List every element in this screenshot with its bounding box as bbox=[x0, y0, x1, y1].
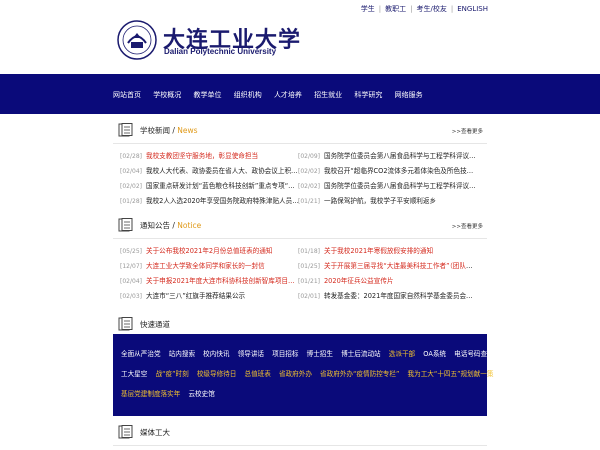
quick-link[interactable]: 电话号码查询 bbox=[454, 350, 494, 358]
notice-item[interactable]: [01/18] 关于我校2021年寒假放假安排的通知 bbox=[298, 244, 478, 259]
notice-item[interactable]: [05/25] 关于公布我校2021年2月份总值班表的通知 bbox=[120, 244, 300, 259]
notice-header: 通知公告 / Notice >>查看更多 bbox=[113, 216, 487, 234]
toplink-students[interactable]: 学生 bbox=[361, 5, 375, 13]
news-item[interactable]: [02/02]国家重点研发计划“蓝色粮仓科技创新”重点专项“低值水产品… bbox=[120, 179, 300, 194]
toplink-staff[interactable]: 教职工 bbox=[385, 5, 406, 13]
quick-link[interactable]: 项目招标 bbox=[272, 350, 298, 358]
news-section: 学校新闻 / News >>查看更多 bbox=[113, 121, 487, 139]
nav-item-home[interactable]: 网站首页 bbox=[113, 91, 141, 99]
toplink-english[interactable]: ENGLISH bbox=[457, 5, 488, 13]
notice-item[interactable]: [02/03] 大连市“三八”红旗手推荐结果公示 bbox=[120, 289, 300, 304]
quick-link[interactable]: 校级导修待日 bbox=[197, 370, 237, 378]
news-list: [02/28] 我校支教团坚守服务地，彰显使命担当 [02/04] 我校人大代表、政… bbox=[120, 149, 480, 211]
news-more-link[interactable]: >>查看更多 bbox=[452, 127, 483, 135]
notice-item[interactable]: [01/21] 2020年征兵公益宣传片 bbox=[298, 274, 478, 289]
notice-title-cn: 通知公告 bbox=[140, 221, 170, 230]
notice-item[interactable]: [01/25] 关于开展第三届寻找“大连最美科技工作者”（团队）… bbox=[298, 259, 478, 274]
nav-item-admissions[interactable]: 招生就业 bbox=[314, 91, 342, 99]
media-section: 媒体工大 bbox=[113, 423, 487, 441]
nav-item-organization[interactable]: 组织机构 bbox=[234, 91, 262, 99]
quick-link[interactable]: 总值班表 bbox=[244, 370, 270, 378]
quick-link[interactable]: 我为工大“十四五”规划献一策 bbox=[408, 370, 494, 378]
divider bbox=[113, 143, 487, 144]
main-nav: 网站首页 学校概况 教学单位 组织机构 人才培养 招生就业 科学研究 网络服务 bbox=[0, 74, 600, 114]
notice-title: 通知公告 / Notice bbox=[140, 221, 202, 230]
university-seal-logo[interactable] bbox=[117, 20, 157, 60]
quick-link[interactable]: 选派干部 bbox=[389, 350, 415, 358]
quick-access-panel: 全面从严治党 站内搜索 校内快讯 领导讲话 项目招标 博士招生 博士后流动站 选… bbox=[113, 334, 494, 416]
news-item[interactable]: [01/21] 一路保驾护航，我校学子平安顺利返乡 bbox=[298, 194, 478, 209]
notice-column-right: [01/18] 关于我校2021年寒假放假安排的通知 [01/25] 关于开展第三届… bbox=[298, 244, 478, 304]
notice-item[interactable]: [02/01] 转发基金委：2021年度国家自然科学基金委员会… bbox=[298, 289, 478, 304]
quick-row: 全面从严治党 站内搜索 校内快讯 领导讲话 项目招标 博士招生 博士后流动站 选… bbox=[121, 348, 494, 368]
news-item[interactable]: [02/02]国务院学位委员会第八届食品科学与工程学科评议组会议召开 bbox=[298, 179, 478, 194]
news-item[interactable]: [02/28] 我校支教团坚守服务地，彰显使命担当 bbox=[120, 149, 300, 164]
quick-link[interactable]: 省政府外办 bbox=[279, 370, 312, 378]
divider: | bbox=[378, 5, 382, 13]
divider: | bbox=[450, 5, 454, 13]
divider: | bbox=[410, 5, 413, 13]
notice-title-en: Notice bbox=[177, 221, 202, 230]
document-icon bbox=[118, 123, 133, 137]
media-title: 媒体工大 bbox=[140, 428, 170, 437]
quick-access-header: 快速通道 bbox=[113, 315, 487, 333]
nav-item-talent[interactable]: 人才培养 bbox=[274, 91, 302, 99]
quick-link[interactable]: 领导讲话 bbox=[238, 350, 264, 358]
quick-link[interactable]: 省政府外办“疫情防控专栏” bbox=[320, 370, 399, 378]
news-header: 学校新闻 / News >>查看更多 bbox=[113, 121, 487, 139]
news-title-en: News bbox=[177, 126, 198, 135]
site-header: 学生 | 教职工 | 考生/校友 | ENGLISH 大连工业大学 Dalian Polyt… bbox=[0, 0, 600, 74]
quick-link[interactable]: 基层党建制度落实年 bbox=[121, 390, 180, 398]
news-column-left: [02/28] 我校支教团坚守服务地，彰显使命担当 [02/04] 我校人大代表、政… bbox=[120, 149, 300, 209]
news-item[interactable]: [02/09]国务院学位委员会第八届食品科学与工程学科评议组会议召开 bbox=[298, 149, 478, 164]
quick-link[interactable]: 博士招生 bbox=[307, 350, 333, 358]
nav-item-overview[interactable]: 学校概况 bbox=[153, 91, 181, 99]
notice-section: 通知公告 / Notice >>查看更多 bbox=[113, 216, 487, 234]
notice-more-link[interactable]: >>查看更多 bbox=[452, 222, 483, 230]
nav-item-research[interactable]: 科学研究 bbox=[354, 91, 382, 99]
nav-item-network[interactable]: 网络服务 bbox=[395, 91, 423, 99]
nav-item-teaching-units[interactable]: 教学单位 bbox=[193, 91, 221, 99]
document-icon bbox=[118, 218, 133, 232]
quick-link[interactable]: 云校史馆 bbox=[188, 390, 214, 398]
notice-list: [05/25] 关于公布我校2021年2月份总值班表的通知 [12/07] 大连工业… bbox=[120, 244, 480, 306]
quick-link[interactable]: 站内搜索 bbox=[169, 350, 195, 358]
document-icon bbox=[118, 425, 133, 439]
quick-link[interactable]: 博士后流动站 bbox=[341, 350, 381, 358]
quick-link[interactable]: OA系统 bbox=[423, 350, 446, 358]
nav-items: 网站首页 学校概况 教学单位 组织机构 人才培养 招生就业 科学研究 网络服务 bbox=[113, 90, 433, 100]
divider bbox=[113, 238, 487, 239]
news-item[interactable]: [01/28] 我校2人入选2020年享受国务院政府特殊津贴人员名单 bbox=[120, 194, 300, 209]
notice-item[interactable]: [02/04] 关于申报2021年度大连市科协科技创新智库项目… bbox=[120, 274, 300, 289]
quick-link[interactable]: 工大星空 bbox=[121, 370, 147, 378]
news-title: 学校新闻 / News bbox=[140, 126, 198, 135]
top-links: 学生 | 教职工 | 考生/校友 | ENGLISH bbox=[361, 4, 488, 14]
quick-row: 工大星空 战“疫”时刻 校级导修待日 总值班表 省政府外办 省政府外办“疫情防控… bbox=[121, 368, 494, 388]
news-title-cn: 学校新闻 bbox=[140, 126, 170, 135]
news-item[interactable]: [02/04]我校人大代表、政协委员在省人大、政协会议上积极建言献策 bbox=[120, 164, 300, 179]
quick-access-section: 快速通道 bbox=[113, 315, 487, 333]
quick-access-title: 快速通道 bbox=[140, 320, 170, 329]
notice-item[interactable]: [12/07] 大连工业大学致全体同学和家长的一封信 bbox=[120, 259, 300, 274]
document-icon bbox=[118, 317, 133, 331]
logo-subtitle[interactable]: Dalian Polytechnic University bbox=[164, 47, 276, 56]
notice-column-left: [05/25] 关于公布我校2021年2月份总值班表的通知 [12/07] 大连工业… bbox=[120, 244, 300, 304]
news-item[interactable]: [02/02] 我校召开“超临界CO2流体多元着体染色及所色技术… bbox=[298, 164, 478, 179]
quick-link[interactable]: 校内快讯 bbox=[203, 350, 229, 358]
quick-row: 基层党建制度落实年 云校史馆 bbox=[121, 388, 479, 408]
quick-link[interactable]: 战“疫”时刻 bbox=[155, 370, 188, 378]
toplink-alumni[interactable]: 考生/校友 bbox=[417, 5, 447, 13]
news-column-right: [02/09]国务院学位委员会第八届食品科学与工程学科评议组会议召开 [02/0… bbox=[298, 149, 478, 209]
divider bbox=[113, 445, 487, 446]
media-header: 媒体工大 bbox=[113, 423, 487, 441]
quick-link[interactable]: 全面从严治党 bbox=[121, 350, 161, 358]
